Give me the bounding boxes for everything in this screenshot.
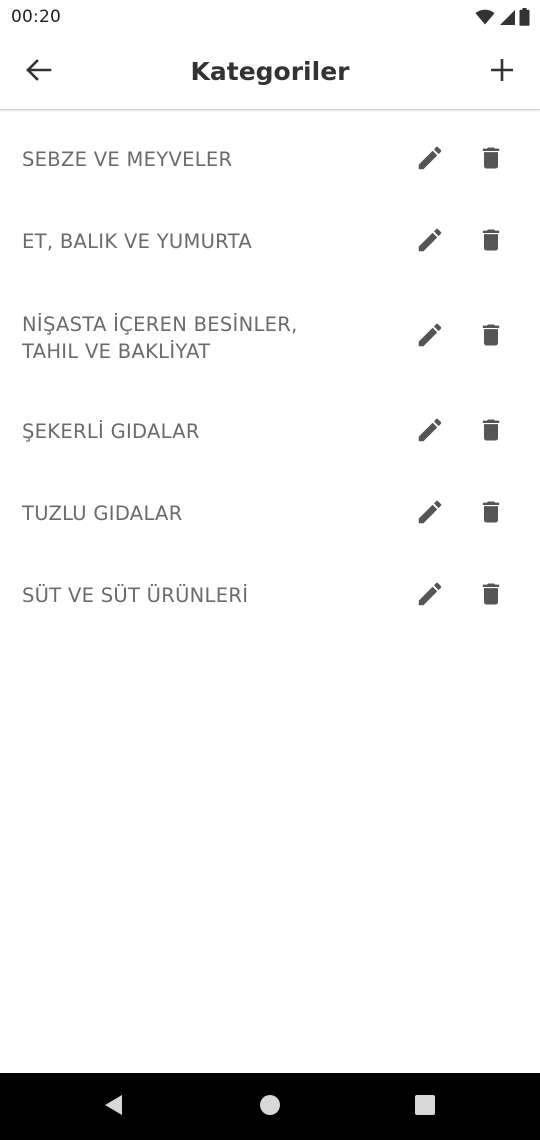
category-label: ET, BALIK VE YUMURTA — [22, 228, 362, 255]
trash-icon — [477, 497, 505, 532]
page-title: Kategoriler — [190, 57, 350, 86]
status-time: 00:20 — [11, 7, 61, 27]
category-label: ŞEKERLİ GIDALAR — [22, 418, 362, 445]
trash-icon — [477, 579, 505, 614]
pencil-icon — [415, 497, 445, 532]
signal-icon — [498, 9, 516, 26]
category-label-line: SÜT VE SÜT ÜRÜNLERİ — [22, 584, 249, 607]
category-label-line: TAHIL VE BAKLİYAT — [22, 340, 211, 363]
navigation-bar — [0, 1073, 540, 1140]
category-label: SEBZE VE MEYVELER — [22, 146, 362, 173]
list-item[interactable]: SEBZE VE MEYVELER — [0, 110, 540, 192]
battery-icon — [519, 8, 530, 26]
app-bar: Kategoriler — [0, 34, 540, 110]
edit-button[interactable] — [410, 412, 450, 452]
list-item[interactable]: TUZLU GIDALAR — [0, 464, 540, 546]
delete-button[interactable] — [471, 317, 511, 357]
nav-home-button[interactable] — [252, 1089, 288, 1125]
category-label: TUZLU GIDALAR — [22, 500, 362, 527]
category-label-line: ET, BALIK VE YUMURTA — [22, 230, 252, 253]
category-label-line: TUZLU GIDALAR — [22, 502, 183, 525]
edit-button[interactable] — [410, 494, 450, 534]
edit-button[interactable] — [410, 576, 450, 616]
list-item[interactable]: ŞEKERLİ GIDALAR — [0, 382, 540, 464]
category-label-line: ŞEKERLİ GIDALAR — [22, 420, 200, 443]
status-icons — [475, 8, 530, 26]
delete-button[interactable] — [471, 576, 511, 616]
delete-button[interactable] — [471, 494, 511, 534]
category-label-line: SEBZE VE MEYVELER — [22, 148, 233, 171]
edit-button[interactable] — [410, 140, 450, 180]
trash-icon — [477, 415, 505, 450]
category-label-line: NİŞASTA İÇEREN BESİNLER, — [22, 313, 298, 336]
pencil-icon — [415, 320, 445, 355]
list-item[interactable]: SÜT VE SÜT ÜRÜNLERİ — [0, 546, 540, 628]
delete-button[interactable] — [471, 222, 511, 262]
nav-recents-icon — [414, 1094, 436, 1121]
pencil-icon — [415, 143, 445, 178]
delete-button[interactable] — [471, 140, 511, 180]
nav-home-icon — [259, 1094, 281, 1121]
list-item[interactable]: NİŞASTA İÇEREN BESİNLER, TAHIL VE BAKLİY… — [0, 274, 540, 382]
trash-icon — [477, 225, 505, 260]
edit-button[interactable] — [410, 222, 450, 262]
list-item[interactable]: ET, BALIK VE YUMURTA — [0, 192, 540, 274]
category-label: SÜT VE SÜT ÜRÜNLERİ — [22, 582, 362, 609]
pencil-icon — [415, 415, 445, 450]
plus-icon — [490, 58, 514, 87]
nav-recents-button[interactable] — [407, 1089, 443, 1125]
trash-icon — [477, 143, 505, 178]
status-bar: 00:20 — [0, 0, 540, 34]
category-label: NİŞASTA İÇEREN BESİNLER, TAHIL VE BAKLİY… — [22, 311, 362, 365]
pencil-icon — [415, 579, 445, 614]
nav-back-button[interactable] — [95, 1089, 131, 1125]
wifi-icon — [475, 9, 495, 25]
add-category-button[interactable] — [482, 54, 522, 90]
nav-back-icon — [102, 1093, 124, 1122]
edit-button[interactable] — [410, 317, 450, 357]
screen: 00:20 Kategoriler SEBZE VE MEYVELER ET, … — [0, 0, 540, 1140]
pencil-icon — [415, 225, 445, 260]
delete-button[interactable] — [471, 412, 511, 452]
trash-icon — [477, 320, 505, 355]
